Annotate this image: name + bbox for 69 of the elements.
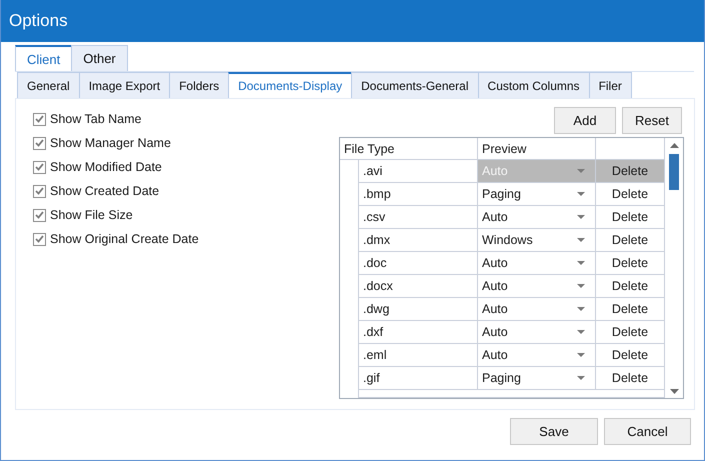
tab[interactable]: General [17,72,80,98]
tab[interactable]: Folders [169,72,230,98]
delete-button[interactable]: Delete [596,344,665,367]
dropdown-caret-icon [577,169,585,173]
checkbox[interactable] [33,160,46,174]
delete-button[interactable]: Delete [596,367,665,390]
preview-dropdown[interactable]: Auto [478,321,596,344]
preview-dropdown[interactable]: Paging [478,183,596,206]
delete-button[interactable]: Delete [596,183,665,206]
preview-dropdown[interactable]: Auto [478,275,596,298]
delete-button[interactable]: Delete [596,229,665,252]
dropdown-caret-icon [577,376,585,380]
preview-dropdown[interactable]: Windows [478,229,596,252]
dropdown-caret-icon [577,307,585,311]
dropdown-caret-icon [577,238,585,242]
option-label: Show File Size [50,208,133,222]
checkbox[interactable] [33,184,46,198]
delete-button[interactable]: Delete [596,275,665,298]
table-cell: .docx [359,275,478,298]
tab[interactable]: Client [15,45,72,71]
column-header: Preview [478,138,596,160]
checkbox[interactable] [33,136,46,150]
preview-dropdown[interactable]: Paging [478,367,596,390]
dropdown-caret-icon [577,192,585,196]
tab[interactable]: Filer [588,72,632,98]
table-cell: .dxf [359,321,478,344]
option-label: Show Original Create Date [50,232,199,246]
table-cell: .dwg [359,298,478,321]
preview-dropdown[interactable]: Auto [478,344,596,367]
scroll-down-icon[interactable] [670,389,678,394]
checkbox[interactable] [33,208,46,222]
delete-button[interactable]: Delete [596,321,665,344]
table-cell: .csv [359,206,478,229]
dropdown-caret-icon [577,215,585,219]
preview-dropdown[interactable]: Auto [478,252,596,275]
table-cell: .avi [359,160,478,183]
option-label: Show Manager Name [50,136,171,150]
option-label: Show Tab Name [50,112,142,126]
grid-button[interactable]: Reset [622,107,682,134]
dropdown-caret-icon [577,353,585,357]
dropdown-caret-icon [577,284,585,288]
checkbox[interactable] [33,112,46,126]
checkbox[interactable] [33,232,46,246]
tab[interactable]: Documents-General [351,72,479,98]
dropdown-caret-icon [577,330,585,334]
tab[interactable]: Custom Columns [478,72,590,98]
delete-button[interactable]: Delete [596,252,665,275]
delete-button[interactable]: Delete [596,206,665,229]
delete-button[interactable]: Delete [596,160,665,183]
table-cell: .gif [359,367,478,390]
option-label: Show Created Date [50,184,160,198]
scroll-up-icon[interactable] [670,143,678,148]
preview-dropdown[interactable]: Auto [478,298,596,321]
grid-button[interactable]: Add [554,107,616,134]
dialog-button[interactable]: Save [510,418,598,445]
delete-button[interactable]: Delete [596,298,665,321]
column-header: File Type [340,138,478,160]
scroll-thumb[interactable] [669,154,679,190]
table-cell: .bmp [359,183,478,206]
preview-dropdown[interactable]: Auto [478,206,596,229]
option-label: Show Modified Date [50,160,162,174]
window-title: Options [1,0,704,42]
dropdown-caret-icon [577,261,585,265]
tab[interactable]: Other [71,45,128,71]
tab[interactable]: Image Export [78,72,170,98]
table-cell: .doc [359,252,478,275]
table-cell: .dmx [359,229,478,252]
dialog-button[interactable]: Cancel [604,418,691,445]
table-cell: .eml [359,344,478,367]
